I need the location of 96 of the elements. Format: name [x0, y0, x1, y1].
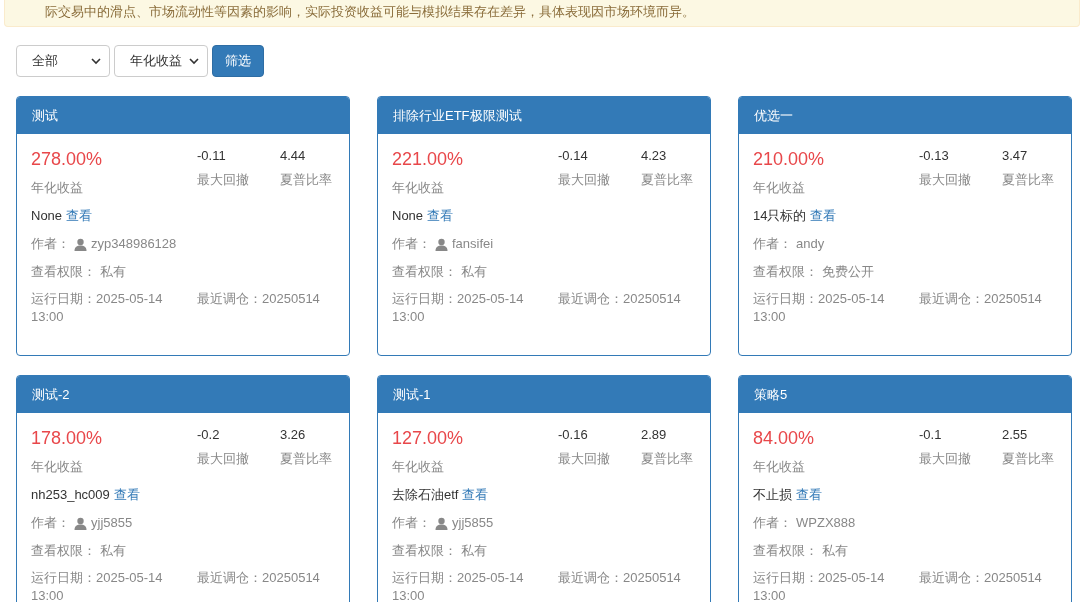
description-text: None — [392, 207, 424, 225]
card-title: 优选一 — [739, 97, 1071, 134]
drawdown-value: -0.14 — [558, 147, 589, 165]
rebalance-text: 最近调仓：20250514 — [558, 290, 682, 308]
annual-return-value: 210.00% — [753, 148, 826, 171]
sharpe-label: 夏普比率 — [641, 450, 694, 468]
rebalance-text: 最近调仓：20250514 — [558, 569, 682, 587]
author-label: 作者： — [753, 514, 792, 532]
drawdown-label: 最大回撤 — [558, 450, 611, 468]
filter-button[interactable]: 筛选 — [212, 45, 264, 77]
view-link[interactable]: 查看 — [810, 206, 837, 226]
rebalance-text: 最近调仓：20250514 — [197, 290, 321, 308]
view-link[interactable]: 查看 — [796, 485, 822, 505]
drawdown-value: -0.13 — [919, 147, 950, 165]
chevron-down-icon — [91, 57, 101, 65]
sharpe-label: 夏普比率 — [1002, 171, 1055, 189]
sharpe-value: 2.89 — [641, 426, 668, 444]
card-title: 测试-1 — [378, 376, 710, 413]
author-name: fansifei — [452, 235, 494, 253]
run-date-text: 运行日期：2025-05-14 13:00 — [753, 569, 886, 602]
author-label: 作者： — [753, 235, 792, 253]
permission-label: 查看权限： — [392, 263, 457, 281]
drawdown-value: -0.16 — [558, 426, 589, 444]
sharpe-label: 夏普比率 — [641, 171, 694, 189]
sharpe-value: 2.55 — [1002, 426, 1029, 444]
permission-label: 查看权限： — [753, 542, 818, 560]
description-text: 不止损 — [753, 486, 792, 504]
sharpe-value: 3.26 — [280, 426, 307, 444]
rebalance-text: 最近调仓：20250514 — [919, 290, 1043, 308]
description-text: None — [31, 207, 63, 225]
sharpe-value: 3.47 — [1002, 147, 1029, 165]
drawdown-label: 最大回撤 — [197, 171, 250, 189]
run-date-text: 运行日期：2025-05-14 13:00 — [31, 569, 164, 602]
rebalance-text: 最近调仓：20250514 — [919, 569, 1043, 587]
annual-return-value: 178.00% — [31, 427, 104, 450]
run-date-text: 运行日期：2025-05-14 13:00 — [31, 290, 164, 326]
drawdown-value: -0.2 — [197, 426, 221, 444]
chevron-down-icon — [189, 57, 199, 65]
permission-value: 私有 — [100, 542, 126, 560]
author-name: WPZX888 — [796, 514, 856, 532]
run-date-text: 运行日期：2025-05-14 13:00 — [753, 290, 886, 326]
dropdown-select[interactable]: 全部 — [16, 45, 110, 77]
permission-value: 私有 — [461, 263, 487, 281]
annual-return-label: 年化收益 — [31, 179, 84, 197]
author-label: 作者： — [392, 514, 431, 532]
sharpe-label: 夏普比率 — [280, 450, 333, 468]
view-link[interactable]: 查看 — [66, 206, 93, 226]
dropdown-select[interactable]: 年化收益 — [114, 45, 208, 77]
view-link[interactable]: 查看 — [427, 206, 454, 226]
permission-label: 查看权限： — [753, 263, 818, 281]
notice-text: 际交易中的滑点、市场流动性等因素的影响，实际投资收益可能与模拟结果存在差异，具体表现因市场环境而异。 — [45, 3, 696, 21]
sharpe-value: 4.44 — [280, 147, 307, 165]
author-name: zyp348986128 — [91, 235, 177, 253]
annual-return-label: 年化收益 — [31, 458, 84, 476]
drawdown-value: -0.11 — [197, 147, 227, 165]
author-name: yjj5855 — [452, 514, 494, 532]
annual-return-value: 221.00% — [392, 148, 465, 171]
drawdown-label: 最大回撤 — [919, 171, 972, 189]
author-label: 作者： — [31, 514, 70, 532]
annual-return-label: 年化收益 — [753, 458, 806, 476]
drawdown-label: 最大回撤 — [558, 171, 611, 189]
drawdown-value: -0.1 — [919, 426, 943, 444]
description-text: nh253_hc009 — [31, 486, 110, 504]
run-date-text: 运行日期：2025-05-14 13:00 — [392, 290, 525, 326]
card-title: 策略5 — [739, 376, 1071, 413]
permission-value: 免费公开 — [822, 263, 874, 281]
permission-value: 私有 — [822, 542, 848, 560]
author-label: 作者： — [31, 235, 70, 253]
card-title: 测试-2 — [17, 376, 349, 413]
view-link[interactable]: 查看 — [462, 485, 489, 505]
annual-return-label: 年化收益 — [392, 458, 445, 476]
card-title: 排除行业ETF极限测试 — [378, 97, 710, 134]
annual-return-value: 84.00% — [753, 427, 816, 450]
permission-label: 查看权限： — [31, 263, 96, 281]
description-text: 14只标的 — [753, 207, 807, 225]
view-link[interactable]: 查看 — [113, 485, 140, 505]
description-text: 去除石油etf — [392, 486, 459, 504]
run-date-text: 运行日期：2025-05-14 13:00 — [392, 569, 525, 602]
author-name: andy — [796, 235, 825, 253]
permission-value: 私有 — [100, 263, 126, 281]
sharpe-value: 4.23 — [641, 147, 668, 165]
card-title: 测试 — [17, 97, 349, 134]
sharpe-label: 夏普比率 — [1002, 450, 1055, 468]
author-name: yjj5855 — [91, 514, 133, 532]
rebalance-text: 最近调仓：20250514 — [197, 569, 321, 587]
sharpe-label: 夏普比率 — [280, 171, 333, 189]
author-label: 作者： — [392, 235, 431, 253]
annual-return-label: 年化收益 — [392, 179, 445, 197]
drawdown-label: 最大回撤 — [197, 450, 250, 468]
annual-return-label: 年化收益 — [753, 179, 806, 197]
annual-return-value: 127.00% — [392, 427, 465, 450]
drawdown-label: 最大回撤 — [919, 450, 972, 468]
permission-value: 私有 — [461, 542, 487, 560]
permission-label: 查看权限： — [31, 542, 96, 560]
annual-return-value: 278.00% — [31, 148, 104, 171]
permission-label: 查看权限： — [392, 542, 457, 560]
